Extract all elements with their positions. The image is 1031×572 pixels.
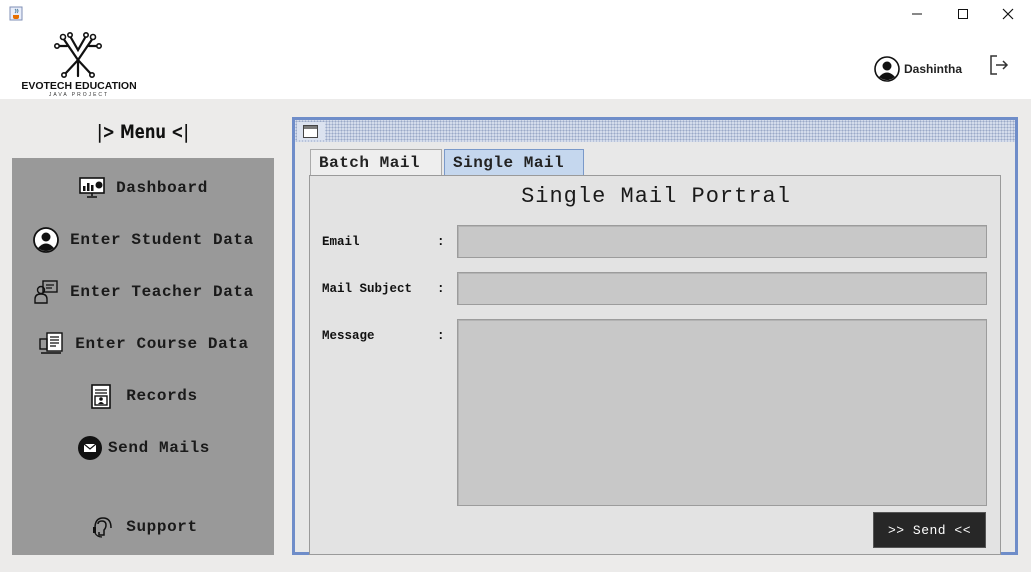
sidebar-item-label: Enter Student Data <box>70 231 254 249</box>
app-header: EVOTECH EDUCATION JAVA PROJECT Dashintha <box>0 28 1031 99</box>
student-icon <box>32 226 60 254</box>
sidebar-item-course[interactable]: Enter Course Data <box>12 326 274 362</box>
tab-label: Batch Mail <box>319 154 421 172</box>
tab-single-mail[interactable]: Single Mail <box>444 149 584 176</box>
teacher-icon <box>32 278 60 306</box>
minimize-icon <box>912 13 922 15</box>
email-label: Email <box>322 235 360 249</box>
email-field[interactable] <box>457 225 987 258</box>
java-cup-icon <box>9 6 23 21</box>
minimize-button[interactable] <box>894 0 940 28</box>
sidebar-item-support[interactable]: Support <box>12 509 274 545</box>
logo-title: EVOTECH EDUCATION <box>21 80 137 92</box>
support-headset-icon <box>88 513 116 541</box>
user-profile[interactable]: Dashintha <box>874 56 962 82</box>
subject-separator: : <box>437 282 445 296</box>
records-icon <box>88 382 116 410</box>
sidebar-item-send-mails[interactable]: Send Mails <box>12 430 274 466</box>
sidebar-item-label: Enter Course Data <box>75 335 249 353</box>
sidebar-item-teacher[interactable]: Enter Teacher Data <box>12 274 274 310</box>
message-separator: : <box>437 329 445 343</box>
single-mail-panel: Single Mail Portral Email : Mail Subject… <box>309 175 1001 555</box>
subject-field[interactable] <box>457 272 987 305</box>
logo-subtitle: JAVA PROJECT <box>48 92 110 98</box>
sidebar-item-student[interactable]: Enter Student Data <box>12 222 274 258</box>
frame-window-icon <box>303 125 318 138</box>
logout-icon <box>990 55 1009 75</box>
frame-titlebar[interactable] <box>295 120 1015 142</box>
close-button[interactable] <box>985 0 1031 28</box>
circuit-logo-icon <box>53 32 102 78</box>
maximize-icon <box>958 9 968 19</box>
message-textarea[interactable] <box>457 319 987 506</box>
menu-title: |> Menu <| <box>97 121 189 143</box>
sidebar-item-dashboard[interactable]: Dashboard <box>12 170 274 206</box>
sidebar-item-label: Support <box>126 518 198 536</box>
user-avatar-icon <box>874 56 900 82</box>
sidebar-item-label: Send Mails <box>107 439 210 457</box>
mail-internal-frame: Batch Mail Single Mail Single Mail Portr… <box>292 117 1018 555</box>
close-icon <box>1002 8 1014 20</box>
send-button-label: >> Send << <box>887 522 971 538</box>
logout-button[interactable] <box>987 53 1011 77</box>
sidebar-menu: Dashboard Enter Student Data Enter Teach… <box>12 158 274 555</box>
panel-title: Single Mail Portral <box>521 184 791 209</box>
message-label: Message <box>322 329 375 343</box>
mail-icon <box>76 434 104 462</box>
window-titlebar <box>0 0 1031 28</box>
email-separator: : <box>437 235 445 249</box>
subject-label: Mail Subject <box>322 282 413 296</box>
tab-label: Single Mail <box>453 154 565 172</box>
course-icon <box>37 330 65 358</box>
sidebar-item-label: Records <box>126 387 198 405</box>
dashboard-monitor-icon <box>78 174 106 202</box>
maximize-button[interactable] <box>940 0 986 28</box>
sidebar-item-label: Enter Teacher Data <box>70 283 254 301</box>
main-content: |> Menu <| Dashboard Enter Student Data … <box>0 99 1031 572</box>
send-button[interactable]: >> Send << <box>873 512 986 548</box>
evotech-logo: EVOTECH EDUCATION JAVA PROJECT <box>18 32 140 98</box>
tab-batch-mail[interactable]: Batch Mail <box>310 149 442 176</box>
sidebar-item-records[interactable]: Records <box>12 378 274 414</box>
user-name: Dashintha <box>904 62 963 76</box>
sidebar-item-label: Dashboard <box>116 179 208 197</box>
